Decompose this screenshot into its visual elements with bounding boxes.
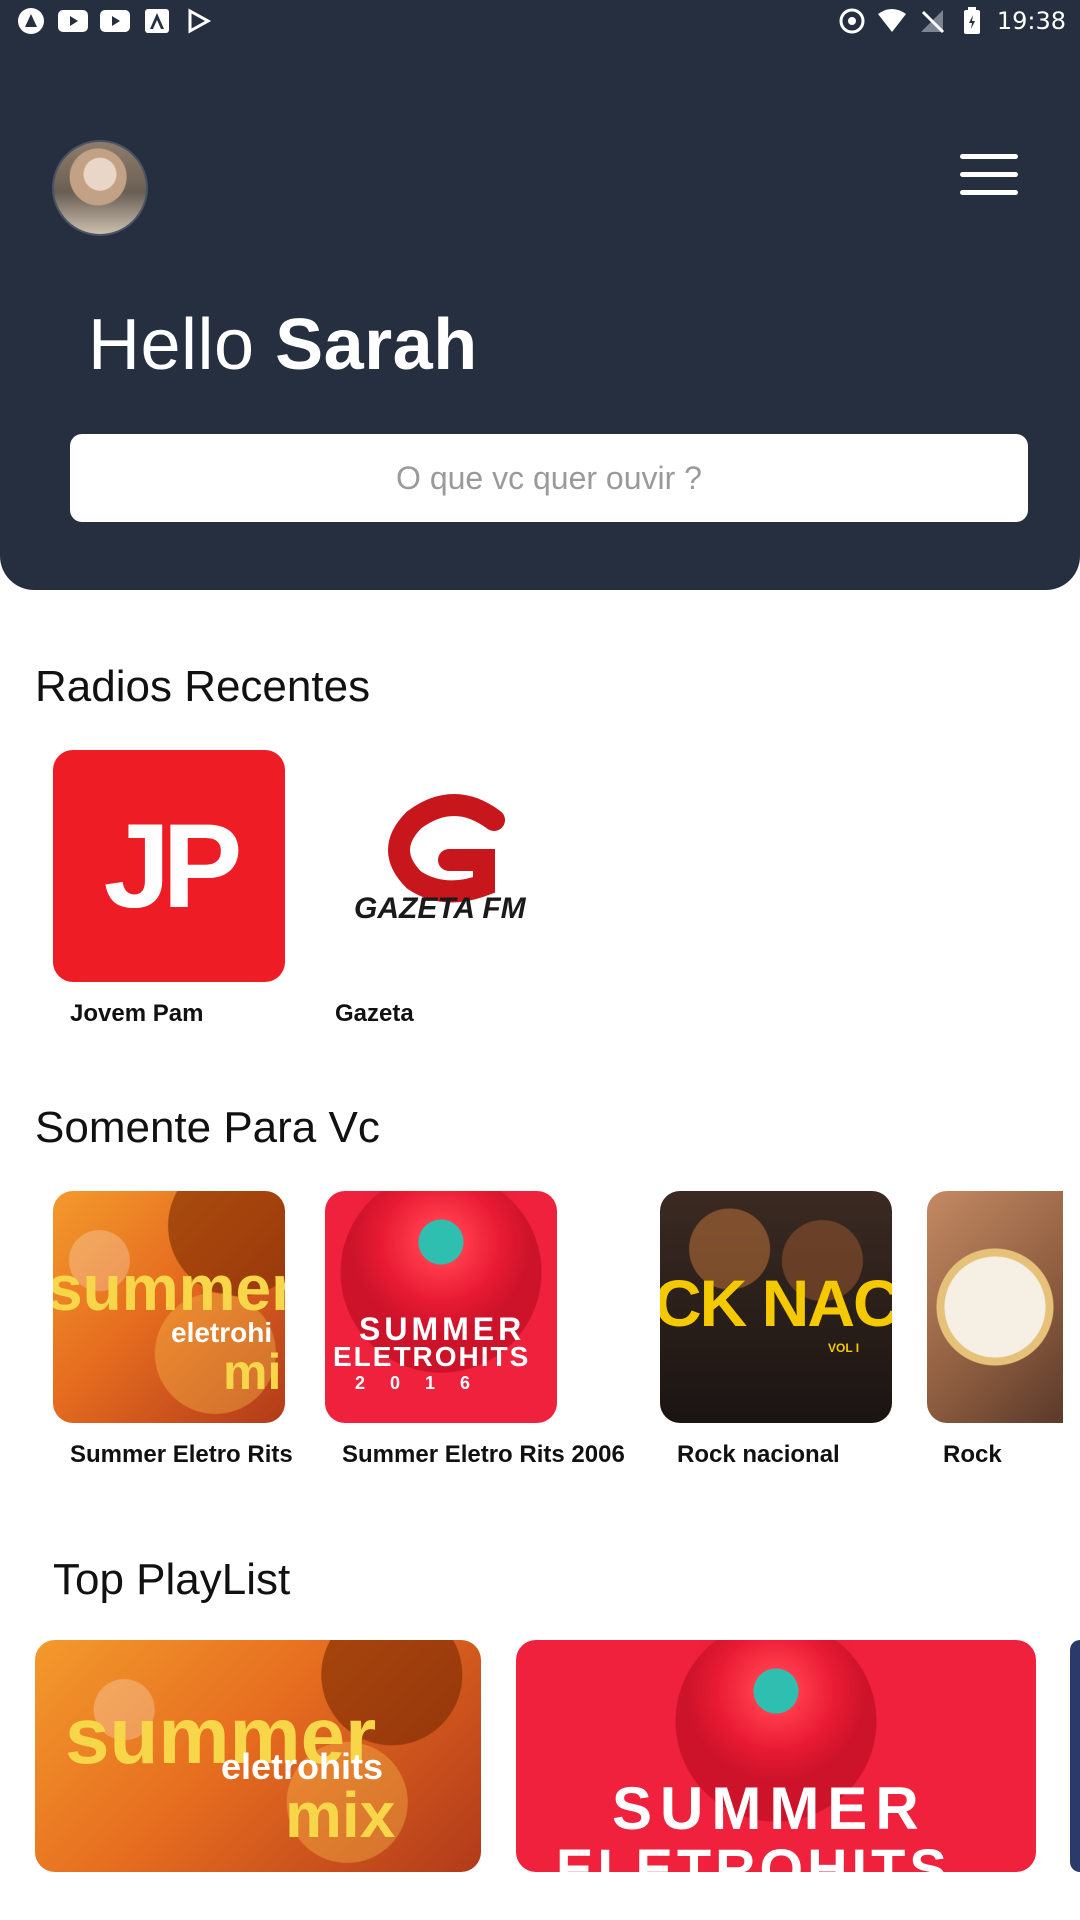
playlist-card-rock[interactable] [927, 1191, 1063, 1423]
playlist-card-summer-eletro-rits[interactable]: summer eletrohi mi [53, 1191, 285, 1423]
hamburger-icon-line [960, 190, 1018, 195]
menu-button[interactable] [958, 150, 1022, 200]
sync-icon [837, 6, 867, 36]
status-bar: 19:38 [0, 0, 1080, 44]
playlist-label: Summer Eletro Rits [70, 1441, 293, 1468]
art-subtitle: VOL I [828, 1341, 860, 1355]
art-subtitle: ELETROHITS [556, 1837, 951, 1872]
playlist-card-rock-nacional[interactable]: CK NACION VOL I [660, 1191, 892, 1423]
section-title-for-you: Somente Para Vc [35, 1103, 380, 1152]
art-title: summer [53, 1252, 285, 1324]
hamburger-icon-line [960, 172, 1018, 177]
playlist-label: Summer Eletro Rits 2006 [342, 1441, 625, 1468]
youtube-icon [58, 6, 88, 36]
playlist-card-summer-eletro-rits-2006[interactable]: SUMMER ELETROHITS 2 0 1 6 [325, 1191, 557, 1423]
app-store-icon [142, 6, 172, 36]
user-name: Sarah [275, 305, 478, 385]
avatar[interactable] [52, 140, 148, 236]
radio-label: Jovem Pam [70, 1000, 204, 1027]
top-playlist-card-partial[interactable] [1070, 1640, 1080, 1872]
status-time: 19:38 [996, 7, 1066, 35]
search-input[interactable] [70, 434, 1028, 522]
greeting-prefix: Hello [88, 305, 255, 385]
section-title-top-playlist: Top PlayList [53, 1555, 291, 1604]
playlist-label: Rock [943, 1441, 1002, 1468]
app-icon [16, 6, 46, 36]
radio-label: Gazeta [335, 1000, 414, 1027]
gazeta-logo-text: GAZETA FM [354, 892, 526, 925]
header: 19:38 Hello Sarah [0, 0, 1080, 590]
art-title: CK NACION [660, 1266, 892, 1340]
art-subtitle-2: mi [223, 1344, 282, 1400]
playlist-label: Rock nacional [677, 1441, 840, 1468]
top-playlist-card-summer-eletrohits[interactable]: SUMMER ELETROHITS [516, 1640, 1036, 1872]
jovem-pam-logo: JP [103, 799, 243, 933]
art-subtitle-2: mix [285, 1779, 396, 1851]
art-title: SUMMER [612, 1775, 927, 1842]
no-signal-icon [917, 6, 947, 36]
battery-charging-icon [957, 6, 987, 36]
gazeta-logo [388, 794, 505, 903]
wifi-icon [877, 6, 907, 36]
play-store-icon [184, 6, 214, 36]
art-subtitle: ELETROHITS [333, 1341, 531, 1372]
top-playlist-card-summer-mix[interactable]: summer eletrohits mix [35, 1640, 481, 1872]
radio-card-jovem-pam[interactable]: JP [53, 750, 285, 982]
youtube-icon [100, 6, 130, 36]
hamburger-icon [960, 154, 1018, 159]
art-subtitle-2: 2 0 1 6 [355, 1373, 481, 1393]
radio-card-gazeta[interactable]: GAZETA FM [334, 750, 566, 982]
section-title-recent-radios: Radios Recentes [35, 662, 371, 711]
greeting: Hello Sarah [88, 304, 478, 386]
